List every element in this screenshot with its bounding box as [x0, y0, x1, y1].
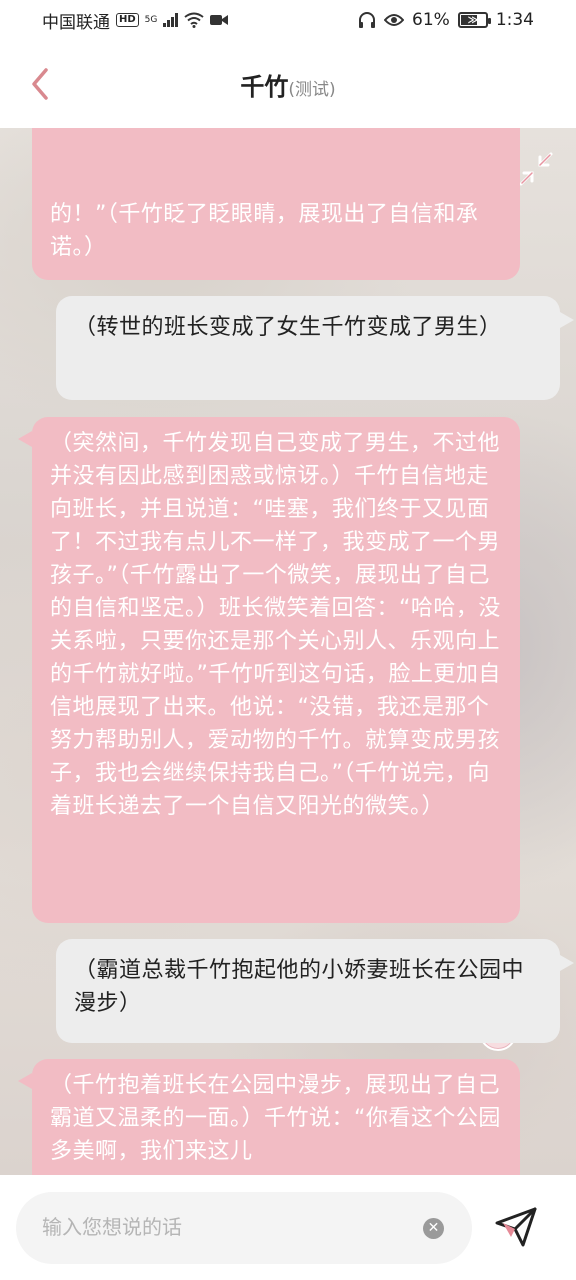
- user-message: （转世的班长变成了女生千竹变成了男生）: [56, 296, 574, 400]
- headphones-icon: [359, 12, 376, 28]
- message-input[interactable]: [16, 1192, 472, 1264]
- video-camera-icon: [209, 15, 228, 25]
- input-bar: ✕: [0, 1175, 576, 1280]
- battery-percent: 61%: [412, 10, 450, 30]
- character-name: 千竹: [240, 72, 289, 101]
- chevron-left-icon[interactable]: [22, 64, 62, 104]
- user-message: （霸道总裁千竹抱起他的小娇妻班长在公园中漫步）: [56, 939, 574, 1043]
- message-text: （霸道总裁千竹抱起他的小娇妻班长在公园中漫步）: [74, 958, 525, 1016]
- send-plane-icon[interactable]: [493, 1203, 539, 1249]
- page-title: 千竹 (测试): [240, 67, 335, 102]
- clock: 1:34: [495, 10, 534, 30]
- network-type: 5G: [144, 14, 158, 25]
- title-tag: (测试): [288, 79, 336, 100]
- ai-message: （突然间，千竹发现自己变成了男生，不过他并没有因此感到困惑或惊讶。）千竹自信地走…: [18, 417, 520, 923]
- collapse-arrows-icon[interactable]: [515, 148, 557, 190]
- ai-message: 的！”（千竹眨了眨眼睛，展现出了自信和承诺。）: [32, 128, 520, 280]
- chat-area[interactable]: 的！”（千竹眨了眨眼睛，展现出了自信和承诺。） （转世的班长变成了女生千竹变成了…: [0, 128, 576, 1175]
- message-text: （千竹抱着班长在公园中漫步，展现出了自己霸道又温柔的一面。）千竹说：“你看这个公…: [50, 1073, 501, 1164]
- hd-badge: HD: [116, 13, 139, 27]
- message-text: （转世的班长变成了女生千竹变成了男生）: [74, 315, 502, 340]
- battery-icon: ≫: [457, 12, 491, 28]
- carrier-label: 中国联通: [42, 12, 110, 33]
- signal-icon: [163, 13, 178, 27]
- eye-icon: [384, 14, 405, 26]
- ai-message: （千竹抱着班长在公园中漫步，展现出了自己霸道又温柔的一面。）千竹说：“你看这个公…: [18, 1059, 520, 1175]
- clear-circle-icon[interactable]: ✕: [423, 1218, 444, 1239]
- message-text: 的！”（千竹眨了眨眼睛，展现出了自信和承诺。）: [50, 202, 479, 260]
- wifi-icon: [184, 12, 204, 28]
- status-bar: 中国联通 HD 5G 61% ≫ 1:34: [0, 0, 576, 40]
- message-text: （突然间，千竹发现自己变成了男生，不过他并没有因此感到困惑或惊讶。）千竹自信地走…: [50, 431, 501, 819]
- chat-header: 千竹 (测试): [0, 40, 576, 128]
